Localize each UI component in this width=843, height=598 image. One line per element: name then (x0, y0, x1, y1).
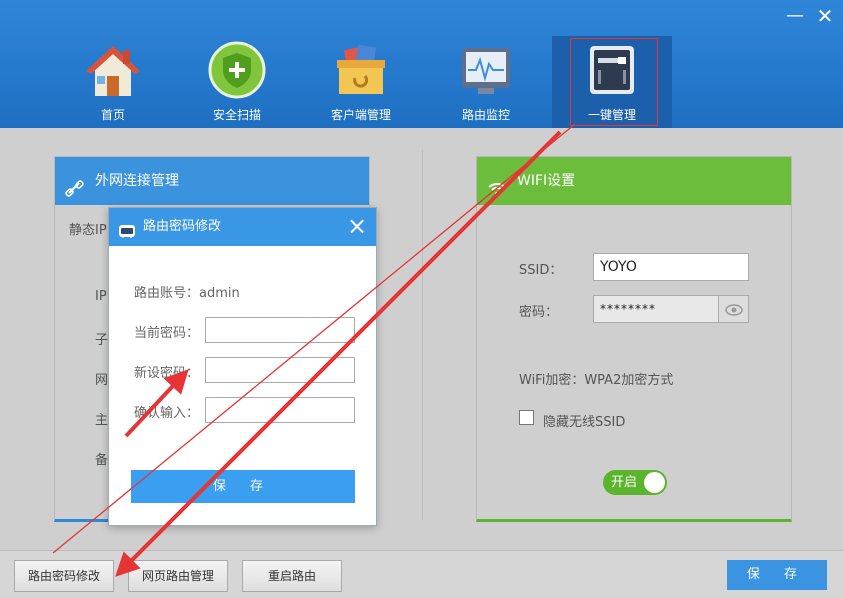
current-password-label: 当前密码： (134, 326, 200, 341)
minimize-button[interactable]: — (785, 6, 805, 26)
nav-item-router-monitor[interactable]: 路由监控 (426, 36, 546, 128)
router-small-icon (118, 218, 136, 238)
ip-label: IP (95, 289, 107, 304)
house-icon (83, 40, 143, 100)
ssid-label: SSID： (519, 263, 563, 278)
change-router-password-button[interactable]: 路由密码修改 (14, 560, 114, 592)
box-icon (331, 40, 391, 100)
footer-save-button[interactable]: 保 存 (727, 560, 827, 590)
link-icon (65, 171, 85, 197)
annotation-highlight-box (570, 38, 658, 126)
close-window-button[interactable]: ✕ (815, 6, 835, 26)
hide-ssid-label: 隐藏无线SSID (543, 415, 626, 430)
wifi-toggle[interactable]: 开启 (603, 470, 667, 495)
dialog-save-button[interactable]: 保 存 (131, 470, 355, 503)
current-password-input[interactable] (205, 317, 355, 343)
nav-label: 安全扫描 (212, 108, 261, 122)
confirm-password-label: 确认输入： (134, 406, 200, 421)
subnet-label: 子 (95, 333, 109, 348)
panel-header: WIFI设置 (477, 157, 791, 205)
monitor-icon (456, 40, 516, 100)
confirm-password-input[interactable] (205, 397, 355, 423)
eye-icon (725, 304, 743, 316)
ssid-input[interactable]: YOYO (593, 253, 749, 281)
dialog-title: 路由密码修改 (143, 219, 222, 234)
show-password-button[interactable] (719, 295, 749, 323)
wifi-encryption-text: WiFi加密：WPA2加密方式 (519, 373, 674, 388)
primary-dns-label: 主 (95, 413, 109, 428)
toggle-label: 开启 (611, 475, 638, 490)
nav-item-security-scan[interactable]: 安全扫描 (177, 36, 297, 128)
toggle-knob (644, 472, 665, 493)
wifi-password-label: 密码： (519, 305, 559, 320)
new-password-label: 新设密码： (134, 366, 200, 381)
router-account-text: 路由账号：admin (134, 286, 240, 301)
hide-ssid-checkbox[interactable] (519, 410, 534, 425)
panel-title: WIFI设置 (517, 173, 576, 189)
nav-label: 首页 (100, 108, 125, 122)
router-password-dialog: 路由密码修改 × 路由账号：admin 当前密码： 新设密码： 确认输入： 保 … (108, 207, 377, 526)
dialog-header: 路由密码修改 × (109, 208, 376, 246)
shield-icon (207, 40, 267, 100)
wifi-password-input[interactable]: ******** (593, 295, 719, 323)
nav-label: 客户端管理 (330, 108, 391, 122)
nav-label: 路由监控 (461, 108, 510, 122)
dialog-close-button[interactable]: × (346, 213, 368, 239)
bottom-toolbar: 路由密码修改 网页路由管理 重启路由 保 存 (0, 550, 843, 598)
wifi-icon (487, 171, 507, 196)
top-header: — ✕ 首页 安全扫描 客户端管理 路由监控 一键管理 (0, 0, 843, 128)
wifi-settings-panel: WIFI设置 SSID： YOYO 密码： ******** WiFi加密：WP… (476, 156, 792, 522)
static-ip-label: 静态IP (69, 223, 107, 238)
nav-item-client-management[interactable]: 客户端管理 (301, 36, 421, 128)
reboot-router-button[interactable]: 重启路由 (242, 560, 342, 592)
new-password-input[interactable] (205, 357, 355, 383)
gateway-label: 网 (95, 373, 109, 388)
column-divider (422, 150, 423, 520)
nav-item-home[interactable]: 首页 (53, 36, 173, 128)
panel-title: 外网连接管理 (95, 173, 179, 189)
backup-dns-label: 备 (95, 453, 109, 468)
panel-header: 外网连接管理 (55, 157, 369, 205)
web-router-management-button[interactable]: 网页路由管理 (128, 560, 228, 592)
